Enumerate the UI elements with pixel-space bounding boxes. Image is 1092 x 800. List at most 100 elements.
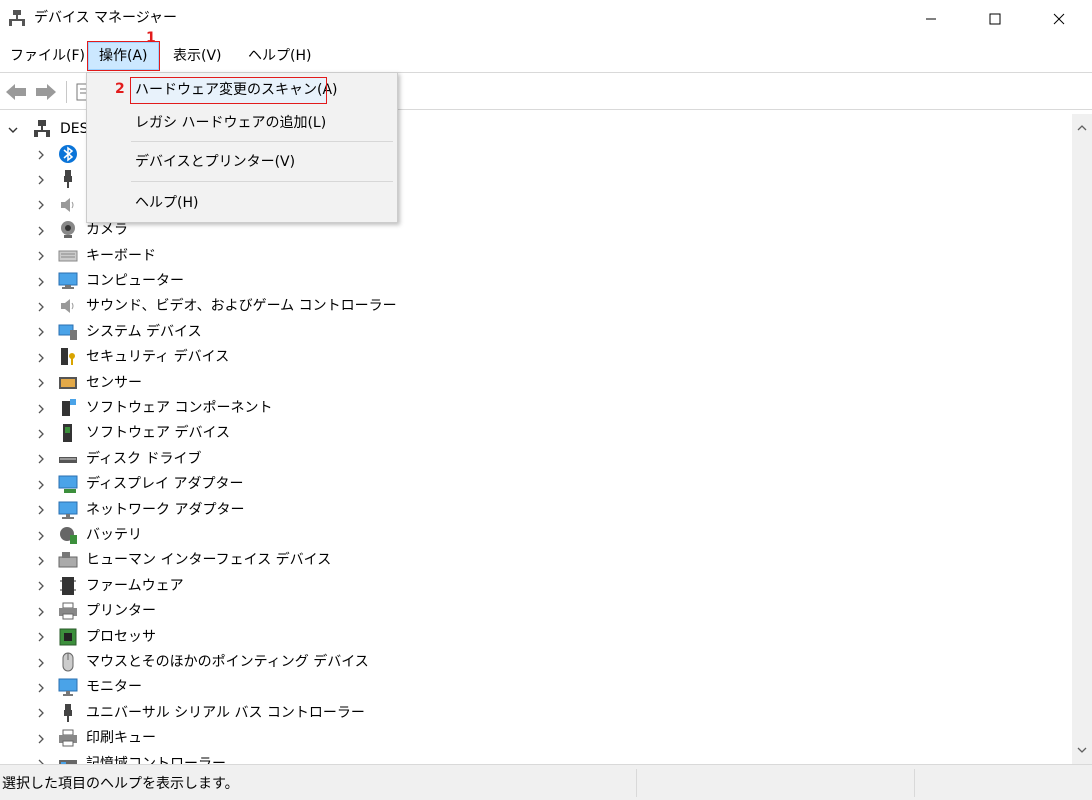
software-component-icon bbox=[62, 399, 76, 416]
tree-item[interactable]: プロセッサ bbox=[0, 625, 1072, 650]
maximize-button[interactable] bbox=[972, 0, 1018, 38]
menu-scan-hardware-changes[interactable]: ハードウェア変更のスキャン(A) bbox=[130, 77, 338, 104]
tree-item[interactable]: 記憶域コントローラー bbox=[0, 752, 1072, 764]
tree-item-label: システム デバイス bbox=[86, 323, 202, 340]
chevron-right-icon[interactable] bbox=[34, 548, 48, 573]
chevron-right-icon[interactable] bbox=[34, 320, 48, 345]
tree-item[interactable]: プリンター bbox=[0, 599, 1072, 624]
chevron-right-icon[interactable] bbox=[34, 421, 48, 446]
menu-help[interactable]: ヘルプ(H) bbox=[238, 42, 321, 70]
back-button[interactable] bbox=[4, 81, 28, 103]
tree-item[interactable]: ソフトウェア デバイス bbox=[0, 421, 1072, 446]
bluetooth-icon bbox=[59, 145, 77, 163]
menu-action[interactable]: 操作(A) bbox=[87, 41, 160, 71]
status-bar: 選択した項目のヘルプを表示します。 bbox=[0, 764, 1092, 800]
tree-item[interactable]: マウスとそのほかのポインティング デバイス bbox=[0, 650, 1072, 675]
chevron-right-icon[interactable] bbox=[34, 218, 48, 243]
tree-item[interactable]: ユニバーサル シリアル バス コントローラー bbox=[0, 701, 1072, 726]
chevron-right-icon[interactable] bbox=[34, 701, 48, 726]
chevron-right-icon[interactable] bbox=[34, 396, 48, 421]
storage-controller-icon bbox=[59, 759, 77, 764]
close-icon bbox=[1053, 13, 1065, 25]
chevron-right-icon[interactable] bbox=[34, 193, 48, 218]
usb-plug-icon bbox=[64, 703, 72, 722]
tree-item[interactable]: バッテリ bbox=[0, 523, 1072, 548]
chevron-right-icon[interactable] bbox=[34, 650, 48, 675]
monitor-icon bbox=[58, 678, 78, 697]
tree-item[interactable]: キーボード bbox=[0, 244, 1072, 269]
menu-file[interactable]: ファイル(F) bbox=[0, 42, 95, 70]
tree-item-label: ディスプレイ アダプター bbox=[86, 476, 244, 493]
menu-add-legacy-hardware[interactable]: レガシ ハードウェアの追加(L) bbox=[131, 111, 326, 136]
scroll-up-button[interactable] bbox=[1072, 118, 1092, 138]
chevron-right-icon[interactable] bbox=[34, 244, 48, 269]
chevron-right-icon[interactable] bbox=[34, 142, 48, 167]
chevron-right-icon[interactable] bbox=[34, 625, 48, 650]
menu-view[interactable]: 表示(V) bbox=[163, 42, 232, 70]
chevron-right-icon[interactable] bbox=[34, 574, 48, 599]
tree-item[interactable]: 印刷キュー bbox=[0, 726, 1072, 751]
tree-item[interactable]: システム デバイス bbox=[0, 320, 1072, 345]
tree-item[interactable]: ディスプレイ アダプター bbox=[0, 472, 1072, 497]
maximize-icon bbox=[989, 13, 1001, 25]
menu-action-help[interactable]: ヘルプ(H) bbox=[131, 191, 326, 216]
chevron-right-icon[interactable] bbox=[34, 523, 48, 548]
tree-item[interactable]: ディスク ドライブ bbox=[0, 447, 1072, 472]
chevron-right-icon[interactable] bbox=[34, 345, 48, 370]
forward-button[interactable] bbox=[34, 81, 58, 103]
scroll-down-button[interactable] bbox=[1072, 740, 1092, 760]
tree-item-label: プリンター bbox=[86, 603, 156, 620]
chevron-right-icon[interactable] bbox=[34, 447, 48, 472]
status-divider bbox=[914, 769, 915, 797]
close-button[interactable] bbox=[1036, 0, 1082, 38]
tree-item[interactable]: ファームウェア bbox=[0, 574, 1072, 599]
chevron-right-icon[interactable] bbox=[34, 675, 48, 700]
tree-item[interactable]: モニター bbox=[0, 675, 1072, 700]
tree-item-label: サウンド、ビデオ、およびゲーム コントローラー bbox=[86, 298, 397, 315]
chevron-right-icon[interactable] bbox=[34, 498, 48, 523]
tree-item-label: バッテリ bbox=[86, 527, 142, 543]
minimize-icon bbox=[926, 18, 936, 20]
tree-item-label: ユニバーサル シリアル バス コントローラー bbox=[86, 704, 365, 721]
step-1-badge: 1 bbox=[146, 30, 156, 46]
tree-item[interactable]: コンピューター bbox=[0, 269, 1072, 294]
expanded-chevron-icon[interactable] bbox=[6, 117, 20, 142]
tree-item[interactable]: サウンド、ビデオ、およびゲーム コントローラー bbox=[0, 294, 1072, 319]
tree-item[interactable]: ソフトウェア コンポーネント bbox=[0, 396, 1072, 421]
tree-item[interactable]: センサー bbox=[0, 371, 1072, 396]
chevron-right-icon[interactable] bbox=[34, 726, 48, 751]
system-device-icon bbox=[58, 324, 77, 340]
back-arrow-icon bbox=[6, 84, 26, 100]
tree-item-label: ディスク ドライブ bbox=[86, 450, 202, 467]
tree-item-label: コンピューター bbox=[86, 273, 184, 289]
tree-item-label: ソフトウェア コンポーネント bbox=[86, 400, 273, 416]
device-manager-icon bbox=[9, 10, 25, 26]
action-menu-dropdown: 2 ハードウェア変更のスキャン(A) レガシ ハードウェアの追加(L) デバイス… bbox=[86, 72, 398, 223]
speaker-icon bbox=[61, 197, 74, 212]
processor-icon bbox=[59, 628, 77, 646]
tree-item[interactable]: セキュリティ デバイス bbox=[0, 345, 1072, 370]
chevron-right-icon[interactable] bbox=[34, 599, 48, 624]
chevron-right-icon[interactable] bbox=[34, 294, 48, 319]
status-text: 選択した項目のヘルプを表示します。 bbox=[2, 776, 239, 792]
chevron-right-icon[interactable] bbox=[34, 472, 48, 497]
tree-item-label: 印刷キュー bbox=[86, 730, 156, 747]
tree-item-label: ネットワーク アダプター bbox=[86, 501, 245, 518]
menu-bar: ファイル(F) 操作(A) 表示(V) ヘルプ(H) bbox=[0, 40, 1092, 72]
chevron-right-icon[interactable] bbox=[34, 167, 48, 192]
keyboard-icon bbox=[58, 250, 78, 262]
tree-item[interactable]: ネットワーク アダプター bbox=[0, 498, 1072, 523]
tree-root-label: DES bbox=[60, 121, 89, 137]
chevron-right-icon[interactable] bbox=[34, 371, 48, 396]
chevron-down-icon bbox=[1077, 747, 1087, 753]
menu-devices-and-printers[interactable]: デバイスとプリンター(V) bbox=[131, 150, 326, 175]
tree-item[interactable]: ヒューマン インターフェイス デバイス bbox=[0, 548, 1072, 573]
battery-icon bbox=[60, 527, 77, 544]
vertical-scrollbar[interactable] bbox=[1072, 114, 1092, 764]
chevron-right-icon[interactable] bbox=[34, 752, 48, 764]
speaker-icon bbox=[61, 299, 74, 314]
tree-item-label: セキュリティ デバイス bbox=[86, 349, 230, 366]
chevron-right-icon[interactable] bbox=[34, 269, 48, 294]
minimize-button[interactable] bbox=[908, 0, 954, 38]
network-adapter-icon bbox=[58, 501, 78, 519]
